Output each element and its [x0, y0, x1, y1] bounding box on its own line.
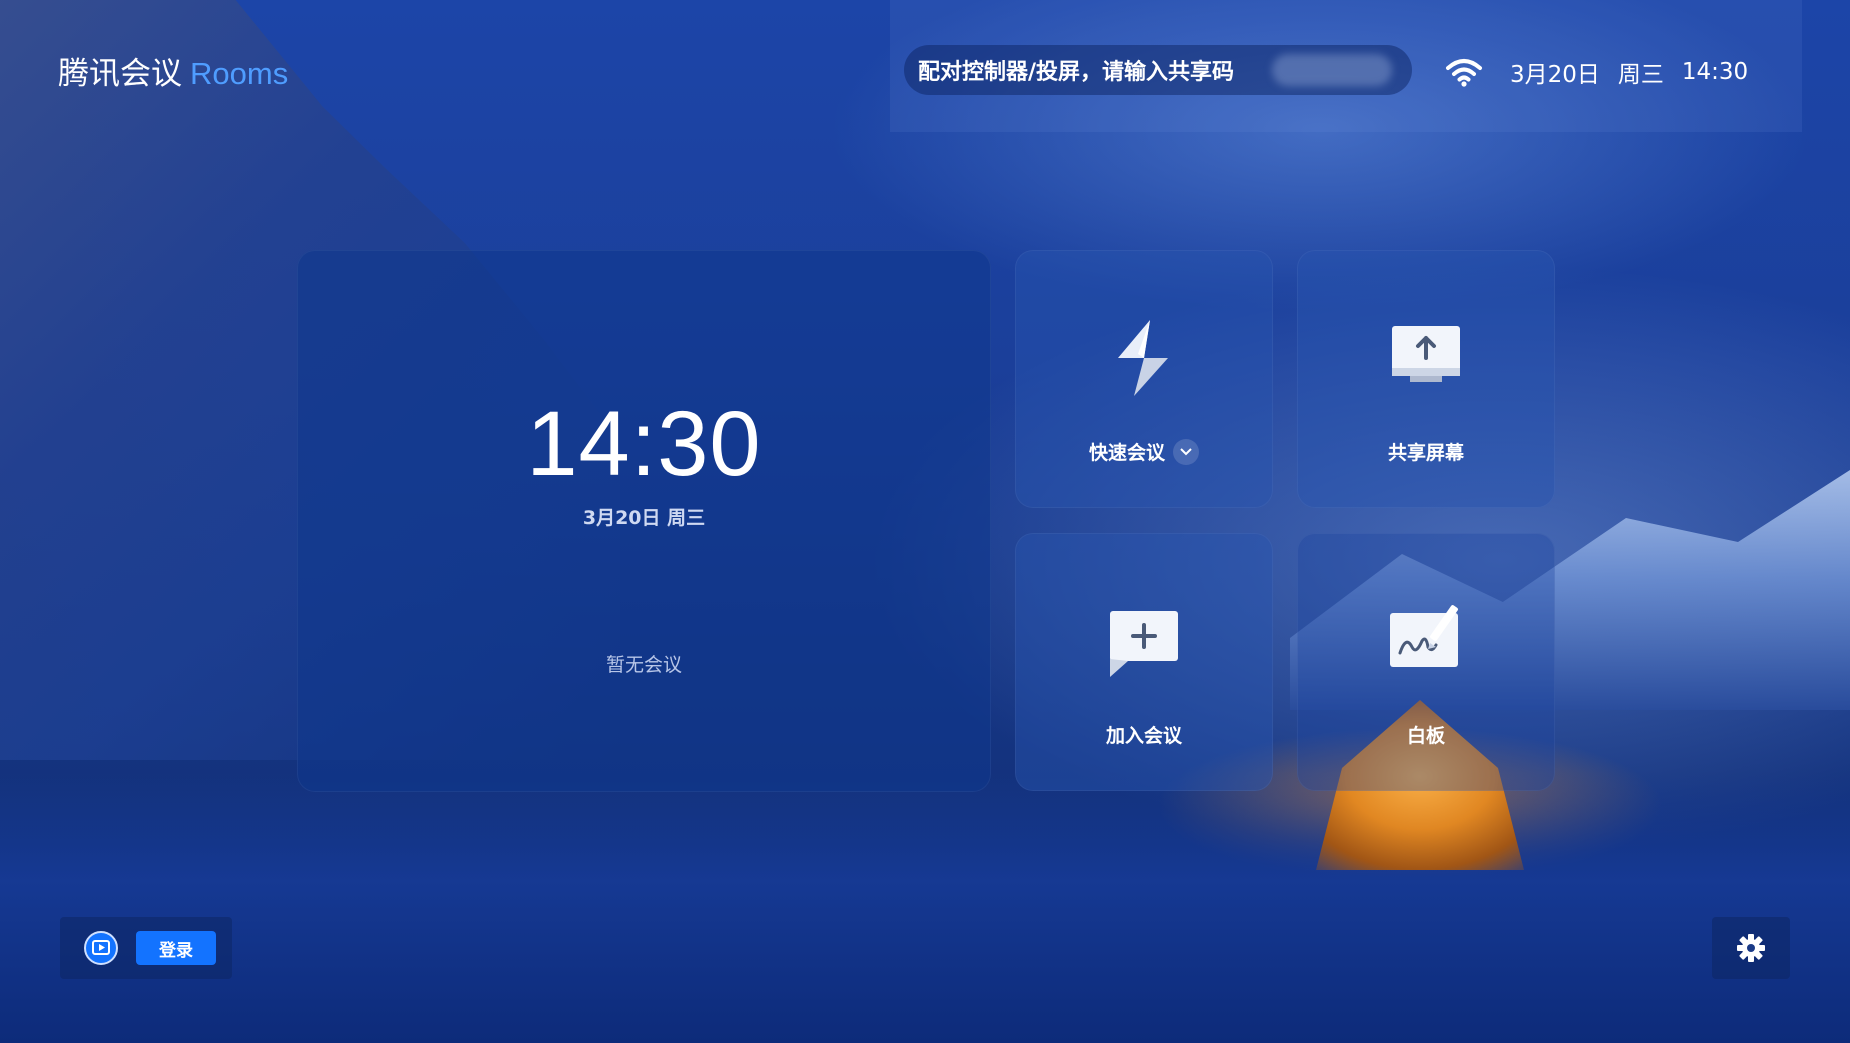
- join-meeting-label: 加入会议: [1105, 725, 1182, 747]
- no-meeting-text: 暂无会议: [605, 654, 682, 676]
- status-date: 3月20日: [1510, 62, 1600, 88]
- pair-code-banner: 配对控制器/投屏，请输入共享码: [904, 45, 1412, 95]
- lightning-icon: [1118, 320, 1168, 396]
- pair-prompt-text: 配对控制器/投屏，请输入共享码: [918, 60, 1235, 85]
- whiteboard-icon: [1390, 605, 1458, 667]
- quick-meeting-label: 快速会议: [1088, 442, 1165, 464]
- login-panel: 登录: [60, 917, 232, 979]
- whiteboard-label: 白板: [1406, 725, 1445, 747]
- quick-meeting-tile[interactable]: 快速会议: [1015, 250, 1273, 508]
- wifi-icon: [1446, 59, 1482, 87]
- share-code-blurred: [1272, 54, 1392, 86]
- join-meeting-icon: [1110, 611, 1178, 677]
- chevron-down-icon[interactable]: [1173, 438, 1199, 465]
- whiteboard-tile[interactable]: 白板: [1297, 533, 1555, 791]
- login-button[interactable]: 登录: [136, 931, 216, 965]
- share-screen-label: 共享屏幕: [1387, 442, 1464, 464]
- settings-button[interactable]: [1712, 917, 1790, 979]
- share-screen-icon: [1392, 326, 1460, 382]
- status-time: 14:30: [1681, 59, 1749, 85]
- brand-name-en: Rooms: [190, 56, 289, 91]
- status-bar: 3月20日 周三 14:30: [1444, 52, 1748, 92]
- brand-name-cn: 腾讯会议: [58, 56, 182, 92]
- snow-foreground: [0, 773, 1850, 1043]
- app-brand: 腾讯会议 Rooms: [58, 48, 288, 93]
- join-meeting-tile[interactable]: 加入会议: [1015, 533, 1273, 791]
- quick-meeting-label-row: 快速会议: [1015, 438, 1273, 467]
- clock-date: 3月20日 周三: [582, 507, 706, 529]
- status-weekday: 周三: [1617, 62, 1664, 88]
- screen-cast-icon[interactable]: [84, 931, 118, 965]
- share-screen-tile[interactable]: 共享屏幕: [1297, 250, 1555, 508]
- gear-icon: [1737, 934, 1765, 962]
- clock-time: 14:30: [526, 393, 762, 495]
